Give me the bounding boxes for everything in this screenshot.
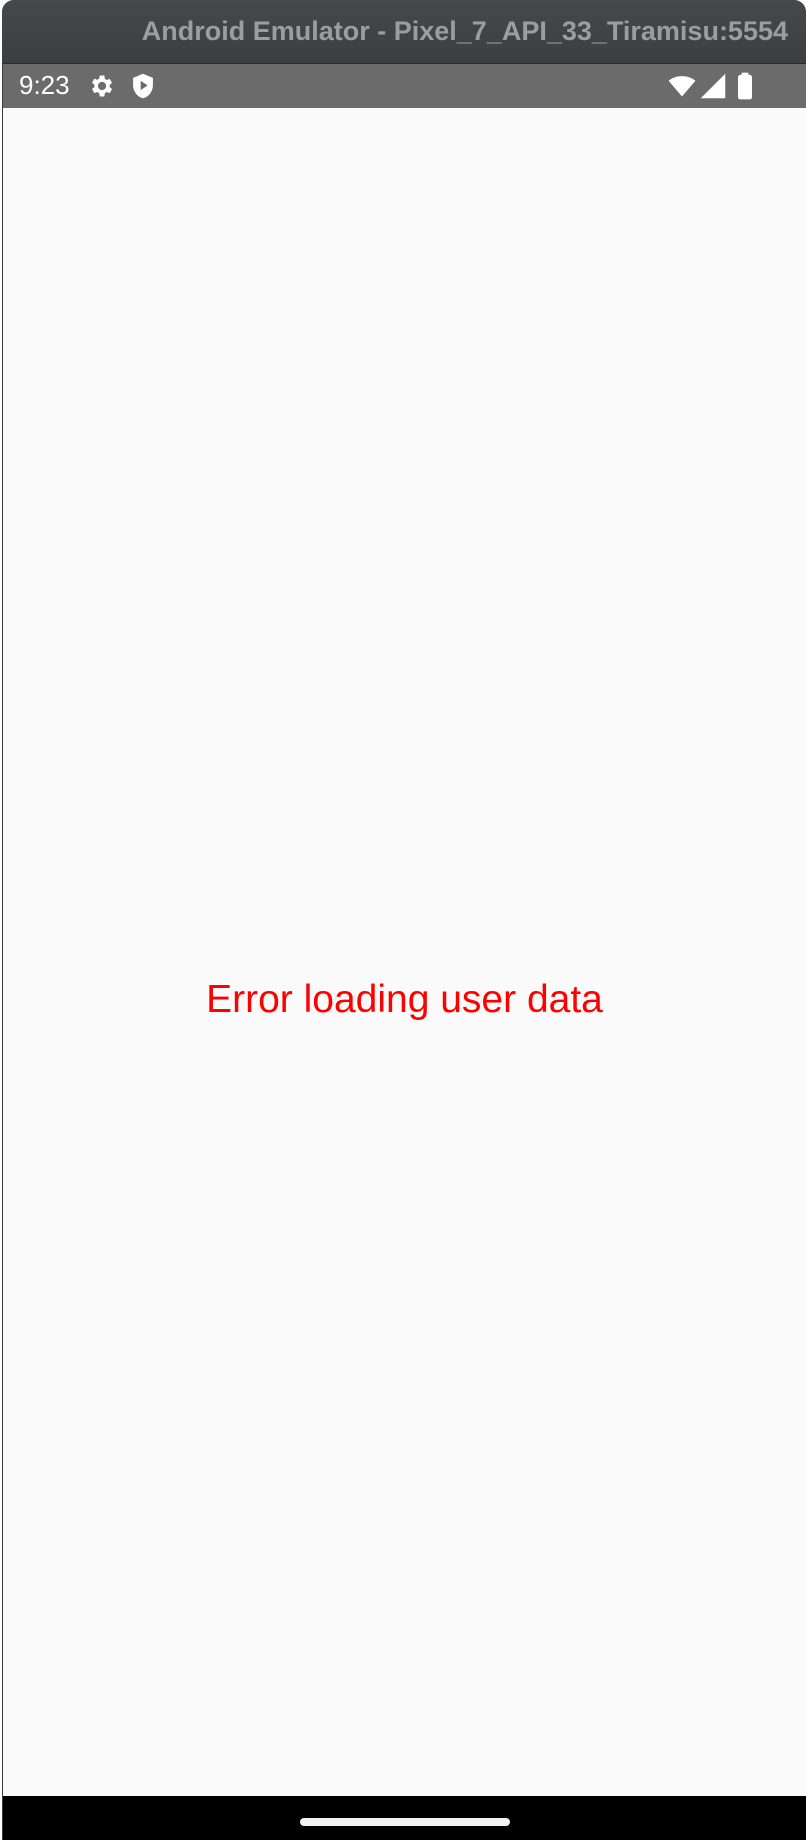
device-screen[interactable]: 9:23 Error loading user data (3, 64, 806, 1840)
window-titlebar[interactable]: Android Emulator - Pixel_7_API_33_Tirami… (2, 0, 806, 64)
window-title: Android Emulator - Pixel_7_API_33_Tirami… (141, 16, 788, 46)
emulator-window: Android Emulator - Pixel_7_API_33_Tirami… (2, 0, 806, 1840)
gear-icon (87, 72, 115, 100)
status-time: 9:23 (19, 70, 70, 100)
gesture-handle[interactable] (300, 1818, 510, 1826)
error-message: Error loading user data (206, 978, 603, 1021)
status-bar[interactable]: 9:23 (3, 64, 806, 108)
battery-icon (734, 72, 756, 100)
wifi-icon (668, 72, 696, 100)
app-content: Error loading user data (3, 108, 806, 1796)
cell-signal-icon (699, 72, 727, 100)
navigation-bar[interactable] (3, 1796, 806, 1840)
shield-play-icon (129, 72, 157, 100)
